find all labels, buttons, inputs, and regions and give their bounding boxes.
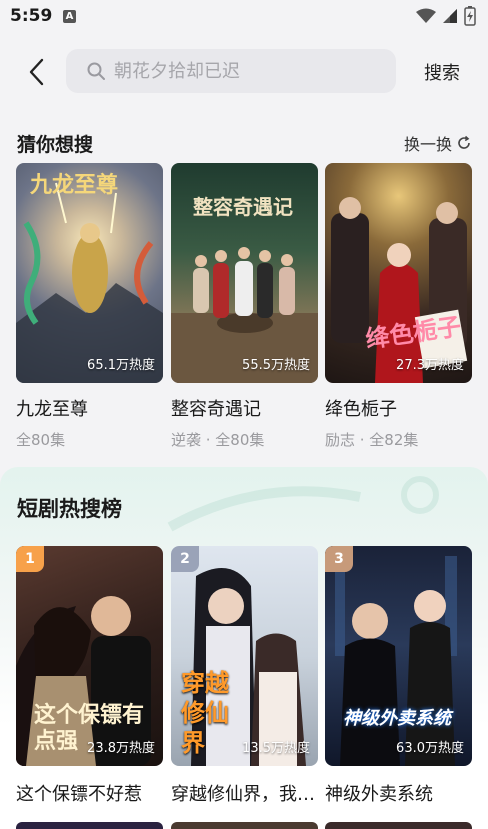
card-subtitle: 全80集: [16, 431, 66, 449]
guess-section-title: 猜你想搜: [17, 134, 94, 156]
search-icon: [87, 62, 105, 80]
status-icons: [416, 6, 476, 26]
notification-icon: A: [63, 10, 76, 23]
poster-title: 神级外卖系统: [343, 708, 451, 729]
poster-image: 这个保镖有点强 1 23.8万热度: [16, 546, 163, 766]
card-title: 九龙至尊: [16, 399, 88, 420]
next-row-poster[interactable]: [325, 822, 472, 829]
rank-badge: 2: [171, 546, 199, 572]
next-row-poster[interactable]: [16, 822, 163, 829]
back-button[interactable]: [16, 52, 56, 92]
poster-image: 神级外卖系统 3 63.0万热度: [325, 546, 472, 766]
wifi-icon: [416, 8, 436, 23]
search-header: 搜索: [0, 44, 488, 98]
poster-image: 九龙至尊 65.1万热度: [16, 163, 163, 383]
heat-label: 27.3万热度: [396, 358, 464, 373]
ranking-title: 短剧热搜榜: [17, 497, 122, 521]
guess-card[interactable]: 整容奇遇记 55.5万热度 整容奇遇记 逆袭 · 全80集: [171, 163, 318, 450]
poster-art: [335, 556, 457, 766]
search-button[interactable]: 搜索: [424, 59, 460, 85]
card-title: 这个保镖不好惹: [16, 784, 142, 805]
poster-title: 穿越修仙界: [181, 668, 229, 757]
rank-badge: 1: [16, 546, 44, 572]
refresh-label: 换一换: [403, 135, 452, 154]
refresh-button[interactable]: 换一换: [404, 131, 472, 155]
card-title: 神级外卖系统: [325, 784, 433, 805]
ranking-card[interactable]: 穿越修仙界 2 13.5万热度 穿越修仙界，我…: [171, 546, 318, 806]
poster-image: 穿越修仙界 2 13.5万热度: [171, 546, 318, 766]
heat-label: 55.5万热度: [242, 358, 310, 373]
status-time: 5:59: [10, 6, 53, 26]
search-box[interactable]: [66, 49, 396, 93]
heat-label: 63.0万热度: [396, 741, 464, 756]
guess-card[interactable]: 绛色栀子 27.3万热度 绛色栀子 励志 · 全82集: [325, 163, 472, 450]
rank-badge: 3: [325, 546, 353, 572]
card-title: 绛色栀子: [325, 399, 397, 420]
heat-label: 13.5万热度: [242, 741, 310, 756]
heat-label: 65.1万热度: [87, 358, 155, 373]
card-subtitle: 励志 · 全82集: [325, 431, 419, 449]
status-bar: 5:59 A: [0, 0, 488, 34]
card-title: 穿越修仙界，我…: [171, 784, 315, 805]
guess-card[interactable]: 九龙至尊 65.1万热度 九龙至尊 全80集: [16, 163, 163, 450]
poster-title: 整容奇遇记: [193, 195, 293, 219]
refresh-icon: [458, 135, 470, 149]
next-row-poster[interactable]: [171, 822, 318, 829]
poster-image: 整容奇遇记 55.5万热度: [171, 163, 318, 383]
battery-icon: [464, 6, 476, 26]
chevron-left-icon: [29, 58, 44, 86]
card-subtitle: 逆袭 · 全80集: [171, 431, 265, 449]
signal-icon: [443, 9, 457, 23]
poster-image: 绛色栀子 27.3万热度: [325, 163, 472, 383]
heat-label: 23.8万热度: [87, 741, 155, 756]
card-title: 整容奇遇记: [171, 399, 261, 420]
search-input[interactable]: [114, 60, 374, 82]
poster-title: 九龙至尊: [30, 172, 119, 198]
ranking-card[interactable]: 这个保镖有点强 1 23.8万热度 这个保镖不好惹: [16, 546, 163, 806]
ranking-card[interactable]: 神级外卖系统 3 63.0万热度 神级外卖系统: [325, 546, 472, 806]
